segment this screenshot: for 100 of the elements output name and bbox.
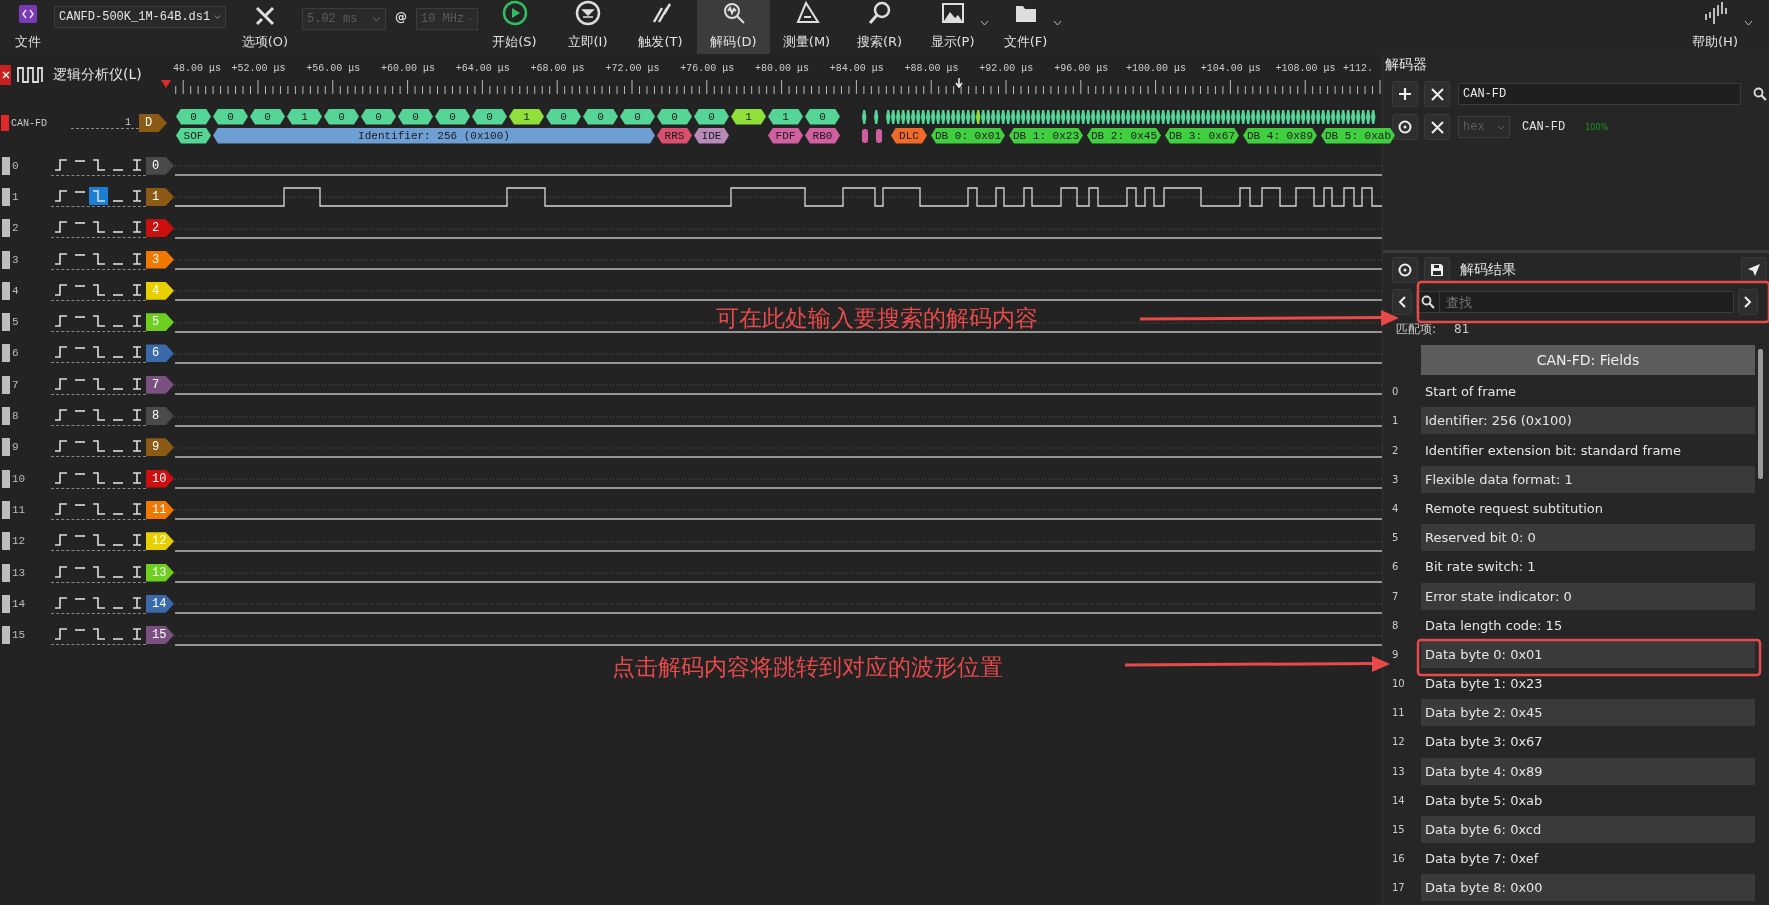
table-cell[interactable]: Error state indicator: 0	[1421, 582, 1755, 610]
channel-toggle[interactable]	[2, 626, 10, 645]
time-label: +96.00 μs	[1053, 63, 1110, 74]
file-tool-button[interactable]: 文件(F)	[989, 0, 1062, 54]
table-cell[interactable]: Identifier: 256 (0x100)	[1421, 407, 1755, 435]
channel-tag[interactable]: 10	[146, 469, 174, 488]
channel-tag[interactable]: 15	[146, 626, 174, 645]
close-icon	[1430, 87, 1444, 101]
table-cell[interactable]: Flexible data format: 1	[1421, 465, 1755, 493]
table-cell[interactable]: Data byte 1: 0x23	[1421, 670, 1755, 698]
table-cell[interactable]: Bit rate switch: 1	[1421, 553, 1755, 581]
settings-button[interactable]	[1392, 114, 1418, 140]
channel-toggle[interactable]	[2, 407, 10, 425]
channel-toggle[interactable]	[2, 563, 10, 582]
table-cell[interactable]: Data byte 8: 0x00	[1421, 874, 1755, 902]
display-tool-button[interactable]: 显示(P)	[916, 0, 989, 54]
file-select[interactable]: CANFD-500K_1M-64B.ds1	[54, 6, 226, 28]
table-cell[interactable]: Identifier extension bit: standard frame	[1421, 436, 1755, 464]
table-cell[interactable]: Data byte 0: 0x01	[1421, 640, 1755, 668]
decoder-search-field[interactable]: CAN-FD	[1458, 83, 1741, 105]
channel-tag[interactable]: 8	[146, 407, 174, 425]
table-cell[interactable]: Remote request subtitution	[1421, 494, 1755, 522]
instant-tool-button[interactable]: 立即(I)	[551, 0, 624, 54]
file-menu-button[interactable]: 文件	[6, 0, 50, 54]
decoded-field[interactable]: DB 3: 0x67	[1165, 127, 1239, 144]
channel-toggle[interactable]	[2, 532, 10, 551]
table-cell[interactable]: Data byte 3: 0x67	[1421, 728, 1755, 756]
decoded-field[interactable]: DB 1: 0x23	[1009, 127, 1083, 144]
channel-toggle[interactable]	[2, 219, 10, 238]
decoded-field[interactable]: FDF	[768, 127, 803, 144]
bit-value: 0	[583, 108, 618, 125]
decoded-field[interactable]: DB 4: 0x89	[1243, 127, 1317, 144]
search-tool-button[interactable]: 搜索(R)	[843, 0, 916, 54]
decoded-field[interactable]: SOF	[176, 127, 211, 144]
table-cell[interactable]: Data length code: 15	[1421, 611, 1755, 639]
table-cell[interactable]: Data byte 7: 0xef	[1421, 845, 1755, 873]
table-cell[interactable]: Start of frame	[1421, 378, 1755, 406]
channel-tag[interactable]: D	[139, 114, 167, 132]
table-cell[interactable]: Data byte 2: 0x45	[1421, 699, 1755, 727]
channel-toggle[interactable]	[2, 438, 10, 457]
bit-value: 0	[694, 108, 729, 125]
measure-tool-button[interactable]: 测量(M)	[770, 0, 843, 54]
next-button[interactable]	[1738, 289, 1758, 315]
save-button[interactable]	[1424, 257, 1450, 283]
table-cell[interactable]: Data byte 5: 0xab	[1421, 786, 1755, 814]
search-icon[interactable]	[1753, 87, 1767, 101]
channel-toggle[interactable]	[2, 594, 10, 613]
help-button[interactable]: 帮助(H)	[1677, 0, 1753, 54]
channel-tag[interactable]: 2	[146, 219, 174, 238]
row-number: 1	[1392, 415, 1400, 427]
locate-button[interactable]	[1741, 257, 1767, 283]
decoded-field[interactable]: Identifier: 256 (0x100)	[213, 127, 655, 144]
decoded-field[interactable]: RRS	[657, 127, 692, 144]
previous-button[interactable]	[1392, 289, 1412, 315]
time-label: +84.00 μs	[828, 63, 885, 74]
remove-button[interactable]	[1424, 81, 1450, 107]
channel-label: 13	[12, 566, 27, 579]
channel-tag[interactable]: 6	[146, 344, 174, 363]
decoded-field[interactable]: DB 0: 0x01	[931, 127, 1005, 144]
options-button[interactable]: 选项(O)	[238, 0, 292, 54]
decoded-field[interactable]: DB 2: 0x45	[1087, 127, 1161, 144]
channel-toggle[interactable]	[2, 500, 10, 519]
channel-tag[interactable]: 9	[146, 438, 174, 457]
table-cell[interactable]: Data byte 4: 0x89	[1421, 757, 1755, 785]
falling-edge-icon[interactable]	[89, 186, 108, 205]
decoded-field[interactable]: RB0	[805, 127, 840, 144]
search-field[interactable]: 查找	[1440, 291, 1734, 313]
time-label: +112.	[1342, 63, 1374, 74]
channel-tag[interactable]: 7	[146, 375, 174, 394]
channel-tag[interactable]: 0	[146, 156, 174, 175]
time-label: +68.00 μs	[529, 63, 586, 74]
scrollbar[interactable]	[1758, 349, 1763, 479]
table-cell[interactable]: Reserved bit 0: 0	[1421, 524, 1755, 552]
channel-tag[interactable]: 1	[146, 187, 174, 206]
row-number: 14	[1392, 794, 1406, 806]
decoded-field[interactable]: IDE	[694, 127, 729, 144]
settings-button[interactable]	[1392, 257, 1418, 283]
trigger-tool-button[interactable]: 触发(T)	[624, 0, 697, 54]
decoded-field[interactable]: DLC	[891, 127, 927, 144]
close-button[interactable]	[0, 65, 11, 85]
channel-tag[interactable]: 14	[146, 594, 174, 613]
channel-toggle[interactable]	[2, 375, 10, 394]
decode-tool-button[interactable]: 解码(D)	[697, 0, 770, 54]
channel-toggle[interactable]	[2, 281, 10, 300]
decoded-field[interactable]: DB 5: 0xab	[1321, 127, 1395, 144]
remove-button[interactable]	[1424, 114, 1450, 140]
channel-toggle[interactable]	[2, 313, 10, 332]
column-header[interactable]: CAN-FD: Fields	[1421, 345, 1755, 375]
table-cell[interactable]: Data byte 6: 0xcd	[1421, 816, 1755, 843]
channel-toggle[interactable]	[2, 469, 10, 488]
channel-toggle[interactable]	[2, 156, 10, 175]
channel-toggle[interactable]	[2, 187, 10, 206]
channel-label: 6	[12, 347, 20, 360]
bit-value: 0	[472, 108, 507, 125]
channel-toggle[interactable]	[2, 250, 10, 269]
add-button[interactable]	[1392, 81, 1418, 107]
annotation-text: 可在此处输入要搜索的解码内容	[716, 304, 1038, 333]
channel-toggle[interactable]	[2, 344, 10, 363]
start-tool-button[interactable]: 开始(S)	[478, 0, 551, 54]
bit-value: 0	[546, 108, 581, 125]
